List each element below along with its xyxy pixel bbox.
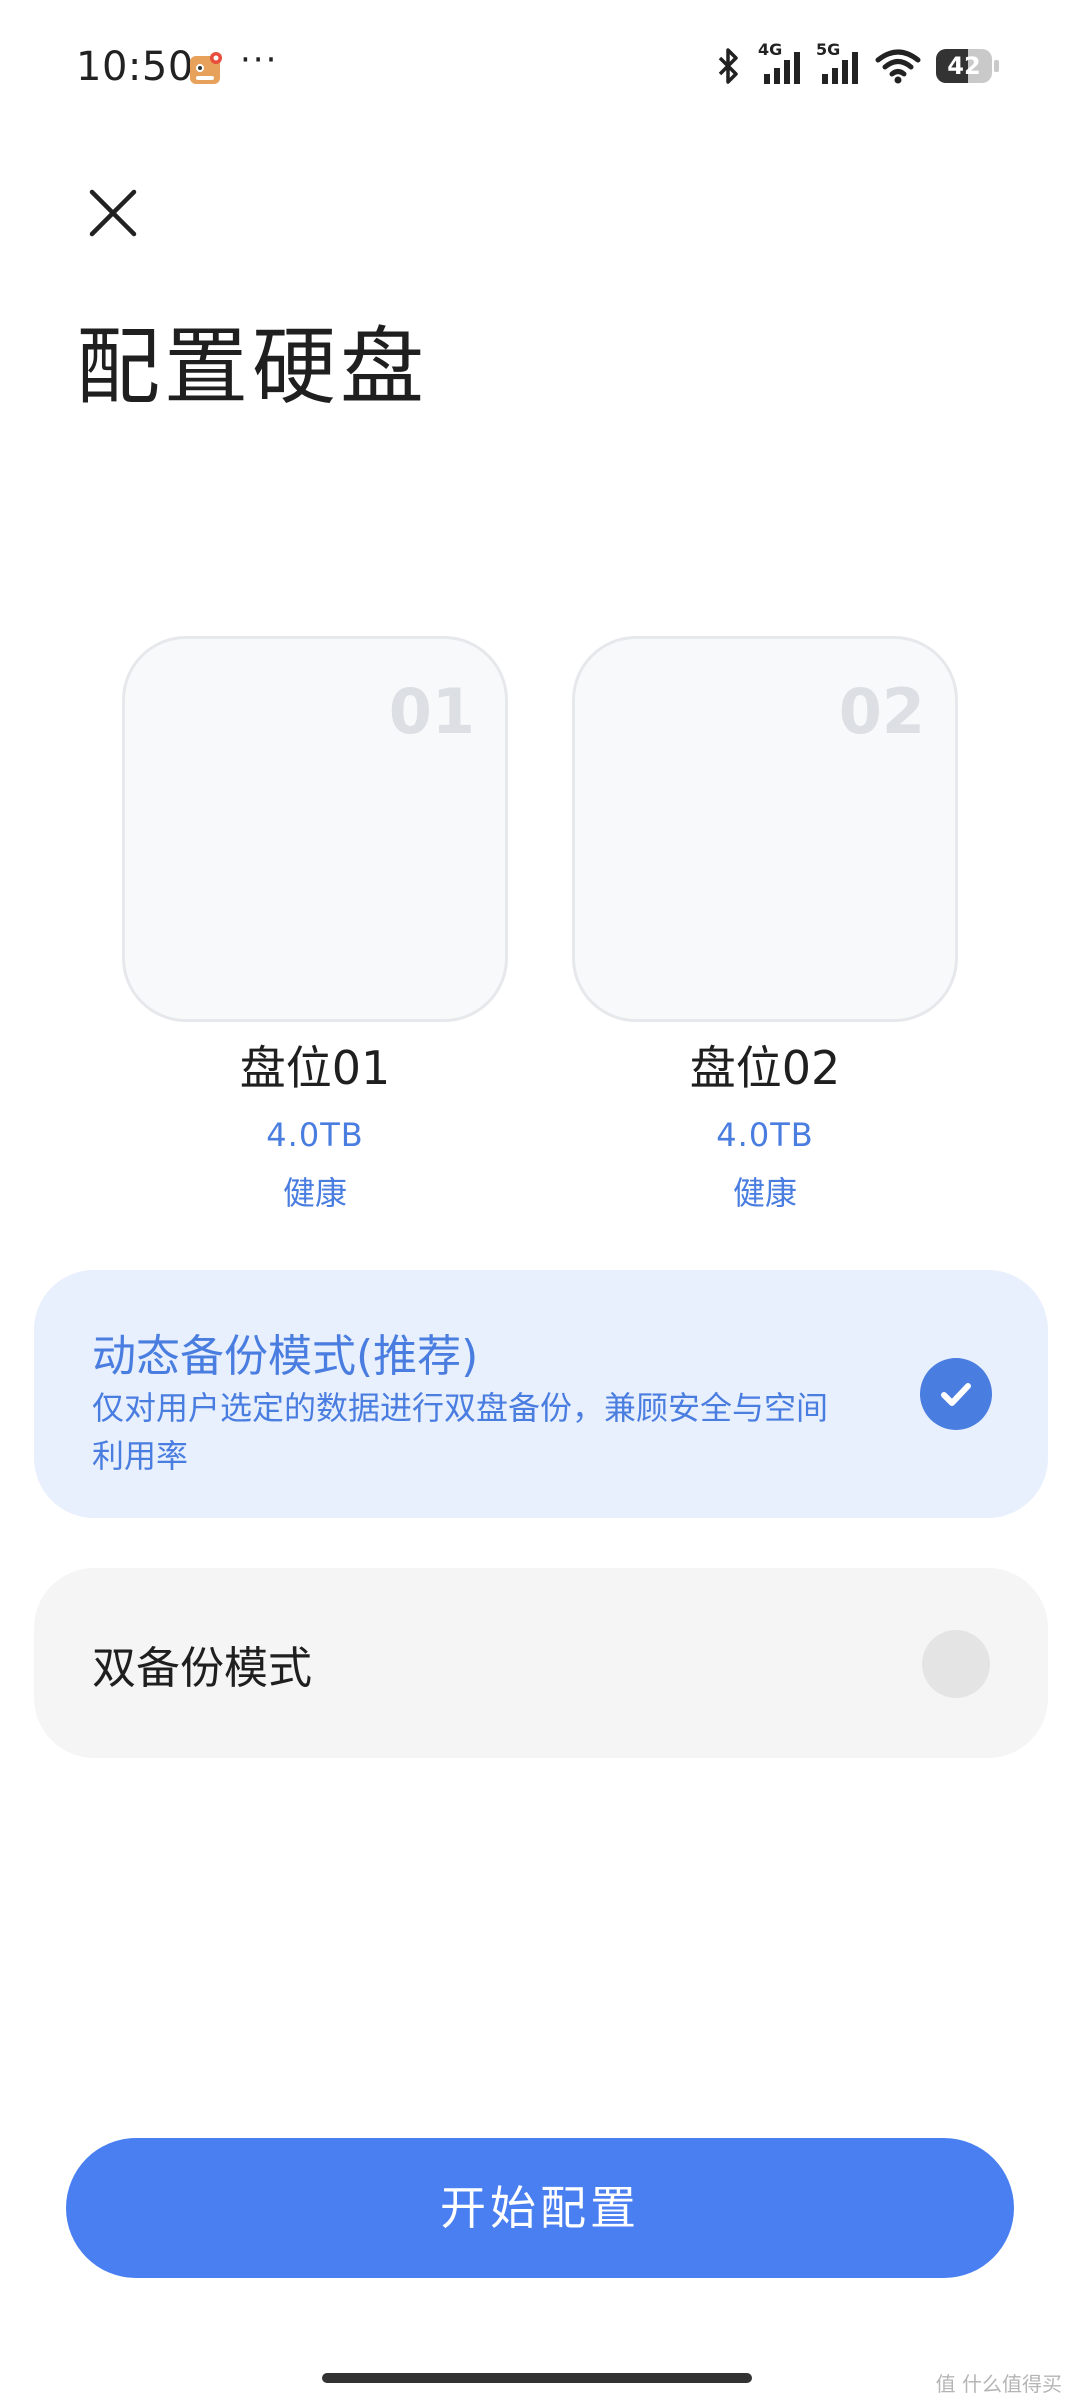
cellular-signal-5g-icon: 5G	[816, 40, 860, 86]
disk-slot-card: 02	[572, 636, 958, 1022]
status-time: 10:50	[76, 44, 194, 90]
start-config-button[interactable]: 开始配置	[66, 2138, 1014, 2278]
slot-name: 盘位02	[689, 1041, 841, 1095]
close-icon[interactable]	[78, 178, 148, 248]
slot-capacity: 4.0TB	[266, 1116, 364, 1154]
disk-slot-02: 02 盘位02 4.0TB 健康	[570, 636, 960, 1214]
mode-description: 仅对用户选定的数据进行双盘备份，兼顾安全与空间利用率	[92, 1389, 829, 1475]
bluetooth-icon	[718, 48, 738, 84]
battery-icon: 42	[936, 49, 1000, 83]
mode-title: 动态备份模式(推荐)	[92, 1331, 479, 1382]
page-title: 配置硬盘	[76, 318, 429, 416]
slot-health-status: 健康	[282, 1174, 347, 1212]
slot-name: 盘位01	[239, 1041, 391, 1095]
more-notifications-icon: ···	[240, 40, 279, 80]
cellular-signal-4g-icon: 4G	[758, 40, 802, 86]
radio-checked[interactable]	[920, 1358, 992, 1430]
app-notification-icon	[190, 52, 222, 84]
mode-title: 双备份模式	[92, 1643, 312, 1694]
slot-number: 01	[388, 675, 475, 748]
disk-slot-01: 01 盘位01 4.0TB 健康	[120, 636, 510, 1214]
slot-number: 02	[838, 675, 925, 748]
watermark: 值 什么值得买	[935, 2372, 1062, 2396]
dynamic-backup-mode-option[interactable]: 动态备份模式(推荐) 仅对用户选定的数据进行双盘备份，兼顾安全与空间利用率	[34, 1270, 1048, 1518]
status-bar: 10:50 ··· 4G 5G 42	[0, 0, 1080, 130]
dual-backup-mode-option[interactable]: 双备份模式	[34, 1568, 1048, 1758]
slot-capacity: 4.0TB	[716, 1116, 814, 1154]
status-icons: 4G 5G 42	[712, 40, 1000, 88]
wifi-icon	[875, 49, 921, 84]
home-indicator[interactable]	[322, 2373, 752, 2383]
screen: 10:50 ··· 4G 5G 42 配置硬盘 01 盘位01 4.0TB 健康…	[0, 0, 1080, 2400]
slot-health-status: 健康	[732, 1174, 797, 1212]
radio-unchecked[interactable]	[922, 1630, 990, 1698]
battery-level: 42	[947, 52, 981, 80]
disk-slot-card: 01	[122, 636, 508, 1022]
check-icon	[941, 1383, 971, 1406]
